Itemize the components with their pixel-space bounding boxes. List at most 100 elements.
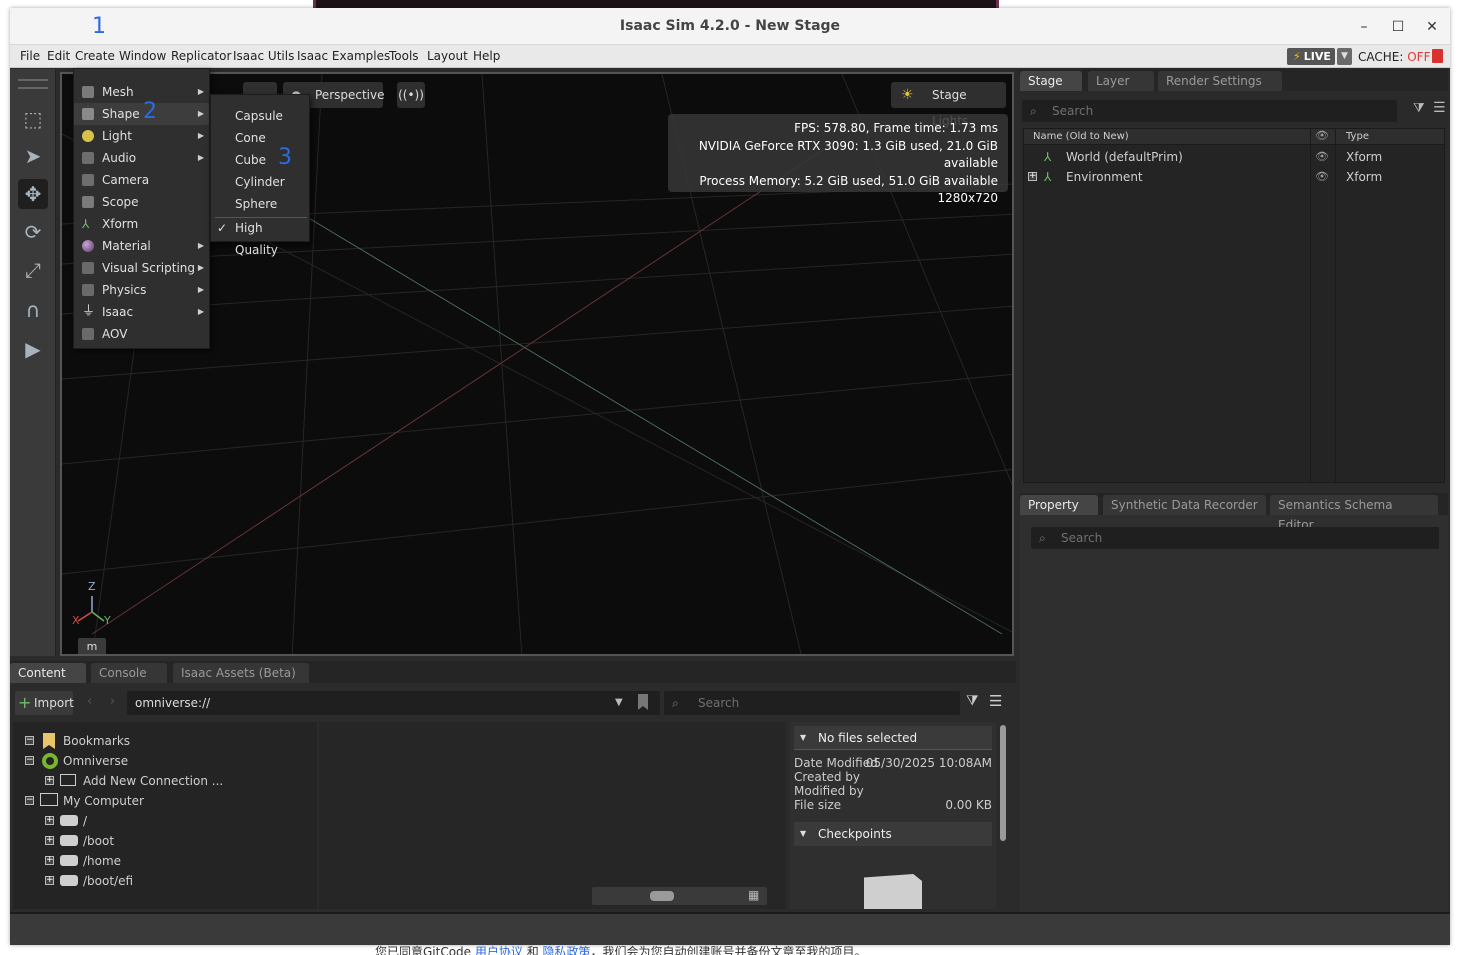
import-button[interactable]: + Import [15,691,74,715]
shape-sphere[interactable]: Sphere [211,193,309,215]
live-dropdown-chevron-icon[interactable]: ▼ [1337,48,1352,65]
create-menu-camera[interactable]: Camera [74,169,209,191]
checkpoints-header[interactable]: ▼ Checkpoints [794,822,992,846]
tree-row-bookmarks[interactable]: − Bookmarks [13,731,313,751]
create-menu-mesh[interactable]: Mesh ▶ [74,81,209,103]
user-agreement-link[interactable]: 用户协议 [475,945,523,955]
tab-synthetic-data-recorder[interactable]: Synthetic Data Recorder [1103,495,1266,515]
menu-icon[interactable]: ☰ [989,692,1002,710]
rotate-tool-icon[interactable]: ⟳ [18,217,48,247]
shape-cone[interactable]: Cone [211,127,309,149]
content-search-input[interactable]: ⌕ Search [664,691,960,715]
live-button[interactable]: ⚡ LIVE [1287,48,1335,65]
scale-tool-icon[interactable]: ⤢ [18,255,48,285]
tree-row-boot[interactable]: + /boot [13,831,313,851]
menu-tools[interactable]: Tools [389,49,419,63]
expand-plus-icon[interactable]: + [45,856,54,865]
toolbar-grip-icon[interactable] [18,79,48,89]
create-menu-physics[interactable]: Physics ▶ [74,279,209,301]
collapse-minus-icon[interactable]: − [25,796,34,805]
column-type-header[interactable]: Type [1346,131,1369,142]
tree-row-add-connection[interactable]: + Add New Connection ... [13,771,313,791]
menu-isaac-utils[interactable]: Isaac Utils [233,49,294,63]
back-arrow-icon[interactable]: ‹ [87,694,92,709]
forward-arrow-icon[interactable]: › [110,694,115,709]
create-menu-scope[interactable]: Scope [74,191,209,213]
shape-cylinder[interactable]: Cylinder [211,171,309,193]
path-dropdown-chevron-icon[interactable]: ▼ [615,691,623,715]
tab-property[interactable]: Property [1020,495,1098,515]
file-list[interactable]: ▦ [319,722,786,909]
cache-icon[interactable] [1432,49,1443,63]
create-menu-audio[interactable]: Audio ▶ [74,147,209,169]
collapse-minus-icon[interactable]: − [25,756,34,765]
shape-high-quality-toggle[interactable]: ✓ High Quality [211,217,309,257]
tab-isaac-assets[interactable]: Isaac Assets (Beta) [173,663,309,683]
menu-layout[interactable]: Layout [427,49,468,63]
snap-magnet-icon[interactable]: ∩ [18,295,48,325]
menu-window[interactable]: Window [119,49,166,63]
units-badge[interactable]: m [78,638,106,654]
filter-icon[interactable]: ⧩ [966,693,979,709]
tab-console[interactable]: Console [91,663,167,683]
column-name-header[interactable]: Name (Old to New) [1033,131,1129,142]
tree-row-root[interactable]: + / [13,811,313,831]
collapse-minus-icon[interactable]: − [25,736,34,745]
close-button[interactable]: ✕ [1420,17,1444,37]
tree-row-my-computer[interactable]: − My Computer [13,791,313,811]
broadcast-icon[interactable]: ((•)) [397,82,425,108]
menu-help[interactable]: Help [473,49,500,63]
thumbnail-size-slider[interactable]: ▦ [592,887,767,905]
create-menu-visual-scripting[interactable]: Visual Scripting ▶ [74,257,209,279]
select-box-icon[interactable]: ⬚ [18,104,48,134]
stage-row-world[interactable]: ⅄ World (defaultPrim) 👁 Xform [1024,147,1444,167]
slider-handle[interactable] [650,891,674,901]
path-input[interactable]: omniverse:// ▼ [127,691,660,715]
tree-row-omniverse[interactable]: − Omniverse [13,751,313,771]
menu-create[interactable]: Create [75,49,115,63]
privacy-policy-link[interactable]: 隐私政策 [543,945,591,955]
visibility-eye-icon[interactable]: 👁 [1315,129,1329,142]
grid-view-icon[interactable]: ▦ [748,888,759,902]
cache-status[interactable]: CACHE: OFF [1358,50,1430,64]
expand-plus-icon[interactable]: + [45,836,54,845]
create-menu-isaac[interactable]: ⏚ Isaac ▶ [74,301,209,323]
select-arrow-icon[interactable]: ➤ [18,141,48,171]
bookmark-icon[interactable] [638,694,648,710]
move-tool-icon[interactable]: ✥ [18,179,48,209]
expand-plus-icon[interactable]: + [45,776,54,785]
maximize-button[interactable]: ☐ [1386,17,1410,37]
details-scrollbar[interactable] [1000,725,1006,841]
menu-icon[interactable]: ☰ [1433,100,1446,116]
expand-plus-icon[interactable]: + [45,876,54,885]
create-menu-shape[interactable]: Shape ▶ [74,103,209,125]
stage-lights-button[interactable]: ☀ Stage Lights [891,82,1006,128]
create-menu-light[interactable]: Light ▶ [74,125,209,147]
tab-semantics-schema-editor[interactable]: Semantics Schema Editor [1270,495,1438,532]
create-menu-xform[interactable]: ⅄ Xform [74,213,209,235]
menu-isaac-examples[interactable]: Isaac Examples [297,49,390,63]
tab-stage[interactable]: Stage [1020,71,1082,91]
tab-render-settings[interactable]: Render Settings [1158,71,1282,91]
tree-row-boot-efi[interactable]: + /boot/efi [13,871,313,891]
create-menu-aov[interactable]: AOV [74,323,209,345]
details-header[interactable]: ▼ No files selected [794,726,992,750]
expand-plus-icon[interactable]: + [45,816,54,825]
visibility-eye-icon[interactable]: 👁 [1315,147,1329,167]
visibility-eye-icon[interactable]: 👁 [1315,167,1329,187]
stage-search-input[interactable]: ⌕ Search [1022,100,1397,122]
menu-replicator[interactable]: Replicator [171,49,231,63]
filter-icon[interactable]: ⧩ [1413,101,1425,116]
shape-capsule[interactable]: Capsule [211,105,309,127]
tree-row-home[interactable]: + /home [13,851,313,871]
menu-file[interactable]: File [20,49,40,63]
expand-plus-icon[interactable]: + [1028,172,1037,181]
menu-edit[interactable]: Edit [47,49,70,63]
tab-content[interactable]: Content [10,663,86,683]
minimize-button[interactable]: – [1352,17,1376,37]
property-search-input[interactable]: ⌕ Search [1031,527,1439,549]
play-icon[interactable]: ▶ [18,334,48,364]
create-menu-material[interactable]: Material ▶ [74,235,209,257]
tab-layer[interactable]: Layer [1088,71,1154,91]
shape-cube[interactable]: Cube [211,149,309,171]
